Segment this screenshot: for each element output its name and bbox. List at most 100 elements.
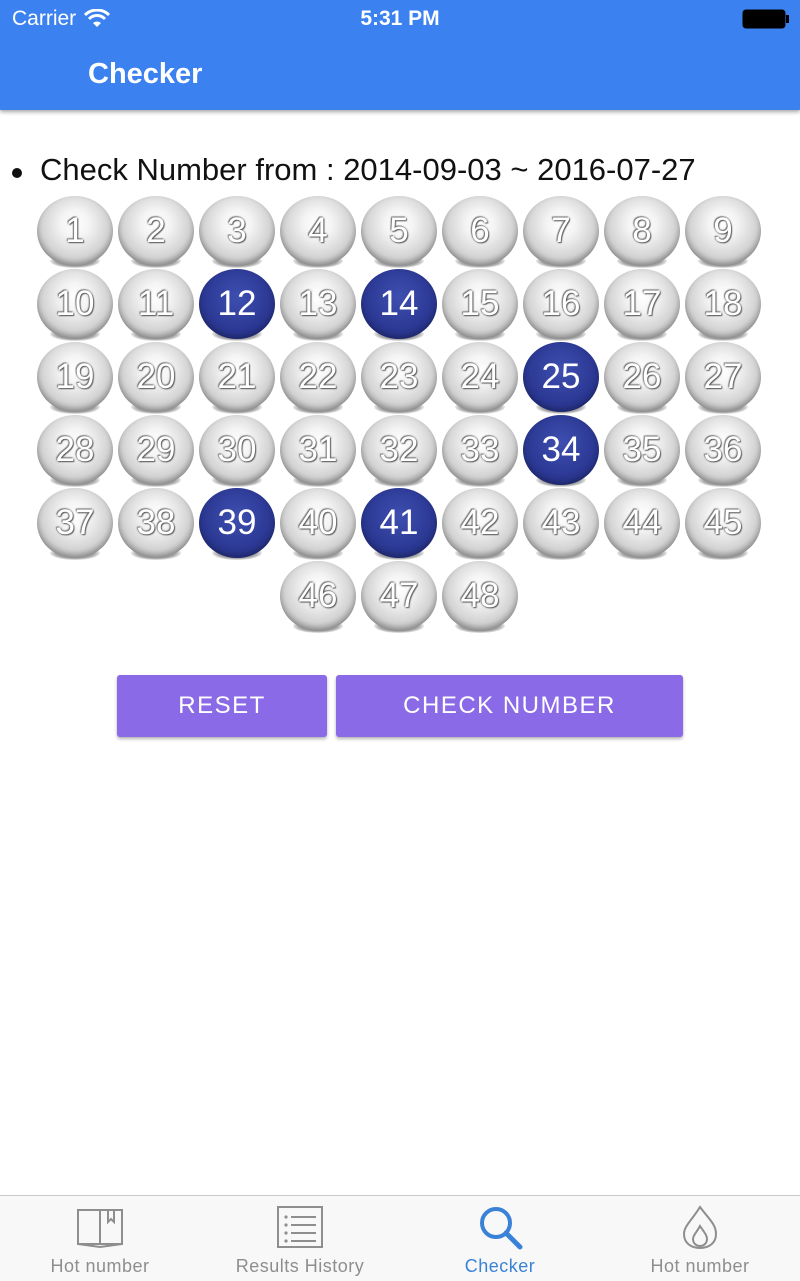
ball-number: 42 [442,488,518,558]
number-ball-26[interactable]: 26 [603,342,681,414]
number-ball-10[interactable]: 10 [36,269,114,341]
book-icon [77,1209,123,1249]
ball-number: 20 [118,342,194,412]
ball-number: 27 [685,342,761,412]
ball-number: 26 [604,342,680,412]
number-ball-41[interactable]: 41 [360,488,438,560]
tab-label: Results History [235,1256,365,1276]
page-title: Checker [88,58,203,90]
number-ball-4[interactable]: 4 [279,196,357,268]
number-ball-45[interactable]: 45 [684,488,762,560]
ball-number: 45 [685,488,761,558]
number-ball-18[interactable]: 18 [684,269,762,341]
ball-number: 25 [523,342,599,412]
ball-number: 6 [442,196,518,266]
ball-number: 4 [280,196,356,266]
number-ball-1[interactable]: 1 [36,196,114,268]
number-ball-12[interactable]: 12 [198,269,276,341]
reset-button[interactable]: RESET [117,675,327,737]
number-ball-32[interactable]: 32 [360,415,438,487]
tab-hot-number-2[interactable]: Hot number [600,1196,800,1281]
number-ball-40[interactable]: 40 [279,488,357,560]
tab-label: Checker [464,1256,536,1276]
ball-number: 7 [523,196,599,266]
ball-number: 3 [199,196,275,266]
ball-number: 44 [604,488,680,558]
date-range-text: Check Number from : 2014-09-03 ~ 2016-07… [40,152,696,187]
tab-results-history[interactable]: Results History [200,1196,400,1281]
number-ball-24[interactable]: 24 [441,342,519,414]
ball-number: 36 [685,415,761,485]
number-ball-27[interactable]: 27 [684,342,762,414]
number-ball-37[interactable]: 37 [36,488,114,560]
number-ball-15[interactable]: 15 [441,269,519,341]
ball-number: 14 [361,269,437,339]
ball-number: 32 [361,415,437,485]
number-ball-47[interactable]: 47 [360,561,438,633]
date-range-line: Check Number from : 2014-09-03 ~ 2016-07… [12,152,696,188]
ball-number: 34 [523,415,599,485]
number-ball-43[interactable]: 43 [522,488,600,560]
ball-number: 8 [604,196,680,266]
bullet-dot [12,168,22,178]
number-ball-23[interactable]: 23 [360,342,438,414]
ball-number: 22 [280,342,356,412]
number-ball-28[interactable]: 28 [36,415,114,487]
number-ball-29[interactable]: 29 [117,415,195,487]
tab-checker[interactable]: Checker [400,1196,600,1281]
ball-number: 40 [280,488,356,558]
number-ball-30[interactable]: 30 [198,415,276,487]
number-ball-19[interactable]: 19 [36,342,114,414]
number-ball-21[interactable]: 21 [198,342,276,414]
number-ball-6[interactable]: 6 [441,196,519,268]
ball-number: 18 [685,269,761,339]
number-ball-8[interactable]: 8 [603,196,681,268]
number-ball-22[interactable]: 22 [279,342,357,414]
number-ball-7[interactable]: 7 [522,196,600,268]
nav-header: Carrier 5:31 PM Checker [0,0,800,110]
number-ball-38[interactable]: 38 [117,488,195,560]
ball-number: 24 [442,342,518,412]
ball-number: 9 [685,196,761,266]
number-ball-34[interactable]: 34 [522,415,600,487]
ball-number: 29 [118,415,194,485]
number-ball-42[interactable]: 42 [441,488,519,560]
number-ball-11[interactable]: 11 [117,269,195,341]
number-ball-48[interactable]: 48 [441,561,519,633]
number-ball-2[interactable]: 2 [117,196,195,268]
status-time: 5:31 PM [360,7,440,30]
number-ball-35[interactable]: 35 [603,415,681,487]
ball-number: 17 [604,269,680,339]
number-ball-44[interactable]: 44 [603,488,681,560]
ball-number: 41 [361,488,437,558]
number-ball-9[interactable]: 9 [684,196,762,268]
search-icon [480,1207,523,1250]
check-number-button[interactable]: CHECK NUMBER [336,675,683,737]
number-ball-36[interactable]: 36 [684,415,762,487]
tab-hot-number[interactable]: Hot number [0,1196,200,1281]
number-ball-31[interactable]: 31 [279,415,357,487]
ball-number: 5 [361,196,437,266]
number-ball-20[interactable]: 20 [117,342,195,414]
number-ball-17[interactable]: 17 [603,269,681,341]
number-ball-33[interactable]: 33 [441,415,519,487]
number-ball-5[interactable]: 5 [360,196,438,268]
ball-number: 46 [280,561,356,631]
number-ball-3[interactable]: 3 [198,196,276,268]
battery-icon [742,9,789,29]
number-ball-46[interactable]: 46 [279,561,357,633]
status-bar: Carrier 5:31 PM [0,0,800,36]
ball-number: 37 [37,488,113,558]
number-ball-13[interactable]: 13 [279,269,357,341]
number-ball-39[interactable]: 39 [198,488,276,560]
ball-number: 16 [523,269,599,339]
number-ball-16[interactable]: 16 [522,269,600,341]
ball-number: 38 [118,488,194,558]
number-ball-14[interactable]: 14 [360,269,438,341]
tab-label: Hot number [50,1256,150,1276]
list-icon [277,1206,323,1248]
ball-number: 12 [199,269,275,339]
number-ball-25[interactable]: 25 [522,342,600,414]
ball-number: 28 [37,415,113,485]
ball-number: 19 [37,342,113,412]
